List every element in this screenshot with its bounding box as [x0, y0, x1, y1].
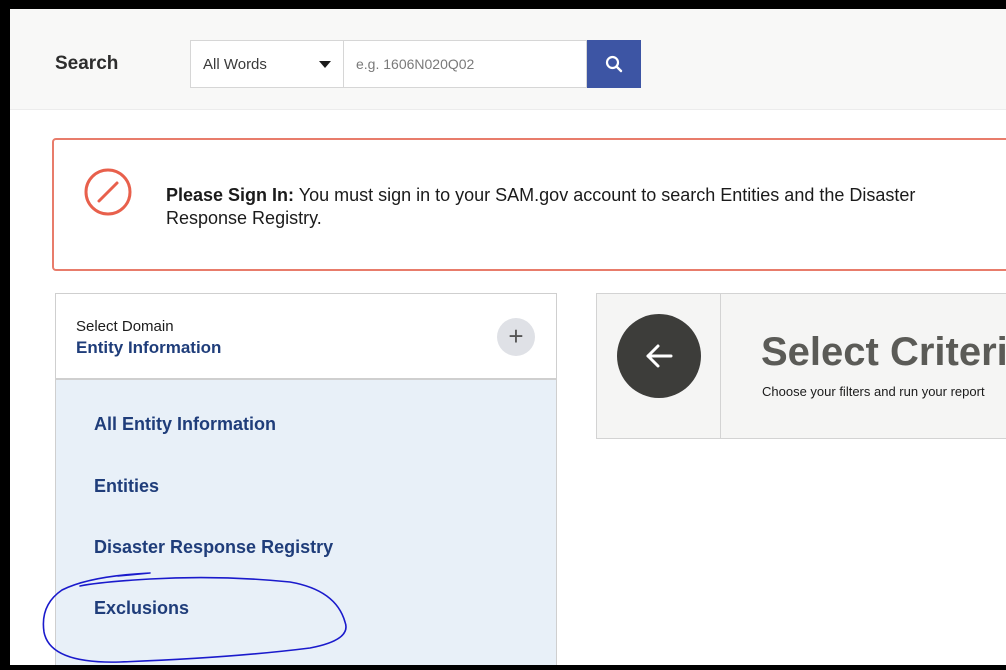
- domain-sidebar: Select Domain Entity Information + All E…: [55, 293, 557, 665]
- criteria-subtitle: Choose your filters and run your report: [762, 384, 985, 399]
- domain-list: All Entity Information Entities Disaster…: [56, 380, 556, 665]
- sign-in-alert: Please Sign In: You must sign in to your…: [52, 138, 1006, 271]
- criteria-panel: Select Criteria Choose your filters and …: [596, 293, 1006, 439]
- search-mode-value: All Words: [203, 55, 267, 73]
- caret-down-icon: [319, 61, 331, 68]
- expand-domain-button[interactable]: +: [497, 318, 535, 356]
- search-label: Search: [55, 53, 119, 74]
- arrow-left-icon: [646, 344, 673, 368]
- domain-selector[interactable]: Select Domain Entity Information +: [56, 294, 556, 380]
- back-button[interactable]: [617, 314, 701, 398]
- search-placeholder: e.g. 1606N020Q02: [356, 56, 475, 72]
- search-button[interactable]: [587, 40, 641, 88]
- prohibited-icon: [84, 168, 132, 216]
- domain-item-disaster-response-registry[interactable]: Disaster Response Registry: [94, 537, 333, 558]
- search-bar: Search All Words e.g. 1606N020Q02: [10, 9, 1006, 110]
- domain-value: Entity Information: [76, 338, 222, 357]
- domain-item-exclusions[interactable]: Exclusions: [94, 598, 189, 619]
- domain-item-entities[interactable]: Entities: [94, 476, 159, 497]
- alert-title: Please Sign In:: [166, 185, 295, 205]
- search-mode-select[interactable]: All Words: [190, 40, 344, 88]
- alert-message: Please Sign In: You must sign in to your…: [166, 184, 986, 230]
- domain-label: Select Domain: [76, 318, 174, 335]
- criteria-title: Select Criteria: [761, 330, 1006, 374]
- criteria-divider: [720, 294, 721, 438]
- search-icon: [605, 55, 623, 73]
- search-input[interactable]: e.g. 1606N020Q02: [344, 40, 587, 88]
- domain-item-all-entity-information[interactable]: All Entity Information: [94, 414, 276, 435]
- app-frame: Search All Words e.g. 1606N020Q02 Please…: [10, 9, 1006, 665]
